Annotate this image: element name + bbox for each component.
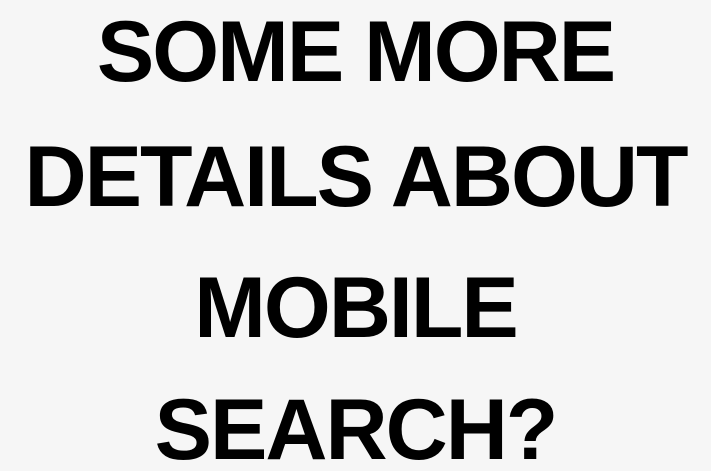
headline-line-2: DETAILS ABOUT	[24, 129, 689, 225]
headline-line-3: MOBILE	[194, 260, 518, 356]
headline-line-1: SOME MORE	[96, 4, 616, 100]
headline-line-4: SEARCH?	[154, 382, 559, 471]
slide: SOME MORE DETAILS ABOUT MOBILE SEARCH?	[0, 0, 711, 471]
